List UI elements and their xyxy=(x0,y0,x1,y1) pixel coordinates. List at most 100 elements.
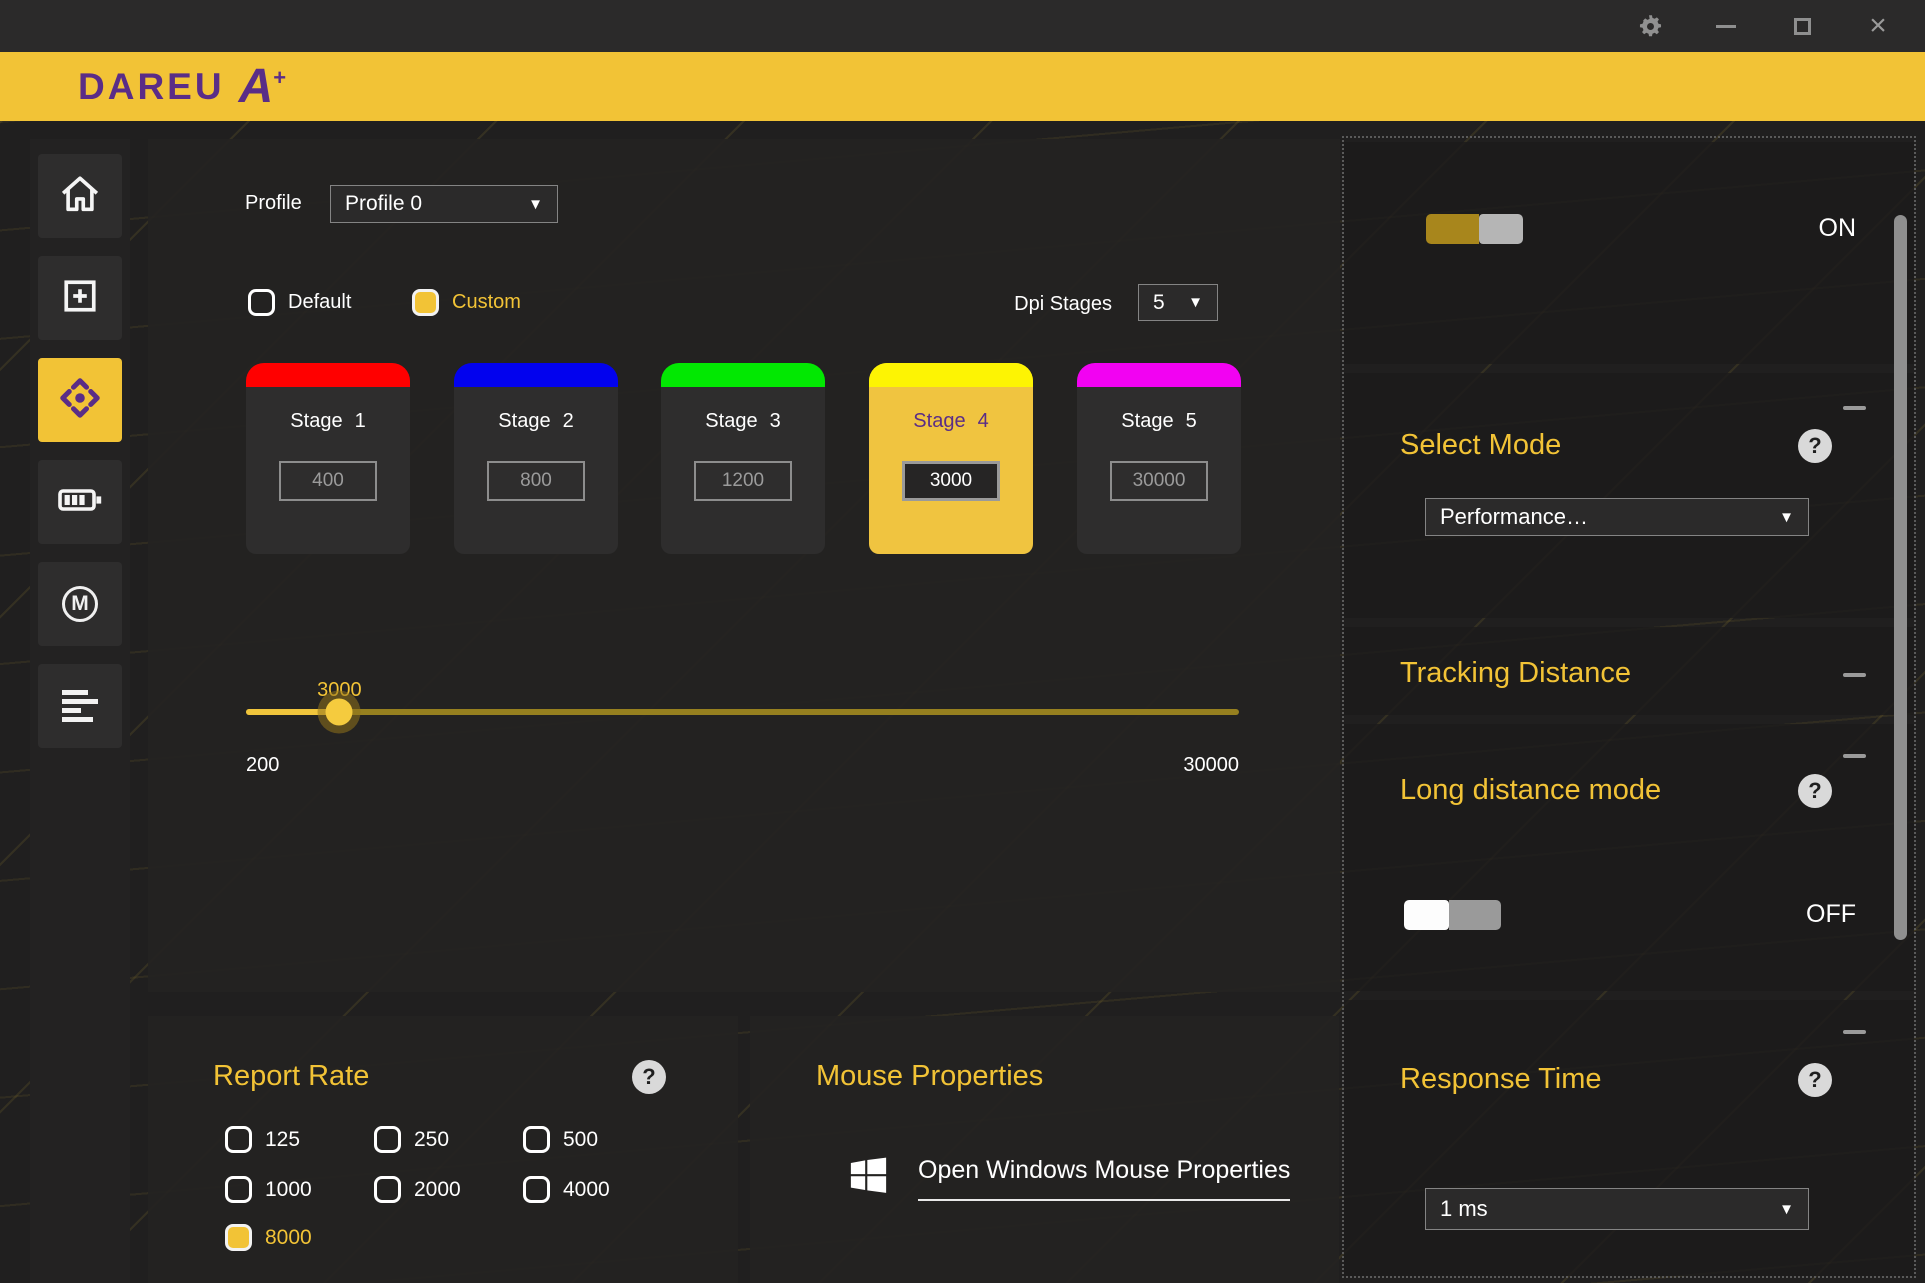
power-section: ON xyxy=(1344,142,1914,364)
sidebar: M xyxy=(30,139,130,1283)
long-distance-mode-title: Long distance mode xyxy=(1400,774,1661,807)
radio-icon xyxy=(225,1126,252,1153)
collapse-dash-icon[interactable] xyxy=(1843,1030,1866,1034)
toggle-track xyxy=(1449,900,1501,930)
stage-dpi-input[interactable] xyxy=(694,461,792,501)
radio-icon xyxy=(523,1176,550,1203)
sidebar-item-log[interactable] xyxy=(38,664,122,748)
report-rate-title: Report Rate xyxy=(213,1060,369,1093)
report-rate-help-button[interactable]: ? xyxy=(632,1060,666,1094)
sidebar-item-key-assignment[interactable] xyxy=(38,256,122,340)
sensor-settings-panel: ON Select Mode ? Performance… ▼ Tracking… xyxy=(1342,136,1916,1278)
sidebar-item-home[interactable] xyxy=(38,154,122,238)
dpi-slider-max: 30000 xyxy=(1168,754,1239,777)
select-mode-title: Select Mode xyxy=(1400,429,1561,462)
brand-header: DAREU A+ xyxy=(0,52,1925,121)
minimize-button[interactable] xyxy=(1711,11,1741,41)
default-label: Default xyxy=(288,291,351,314)
add-square-icon xyxy=(58,274,102,323)
mouse-properties-link-label: Open Windows Mouse Properties xyxy=(918,1156,1290,1201)
stage-dpi-input[interactable] xyxy=(902,461,1000,501)
long-distance-state-label: OFF xyxy=(1806,900,1856,929)
long-distance-help-button[interactable]: ? xyxy=(1798,774,1832,808)
response-time-dropdown[interactable]: 1 ms ▼ xyxy=(1425,1188,1809,1230)
stage-card-3[interactable]: Stage3 xyxy=(661,363,825,554)
titlebar: × xyxy=(0,0,1925,52)
dpi-stages-label: Dpi Stages xyxy=(1014,293,1112,316)
profile-label: Profile xyxy=(245,192,302,215)
report-rate-option-4000[interactable]: 4000 xyxy=(523,1176,610,1203)
report-rate-option-125[interactable]: 125 xyxy=(225,1126,300,1153)
response-time-help-button[interactable]: ? xyxy=(1798,1063,1832,1097)
mouse-properties-panel: Mouse Properties Open Windows Mouse Prop… xyxy=(750,1016,1339,1283)
collapse-dash-icon[interactable] xyxy=(1843,754,1866,758)
long-distance-toggle[interactable] xyxy=(1404,900,1501,930)
stage-card-1[interactable]: Stage1 xyxy=(246,363,410,554)
dpi-slider-handle[interactable] xyxy=(326,699,353,726)
radio-icon xyxy=(523,1126,550,1153)
custom-radio[interactable]: Custom xyxy=(412,289,521,316)
custom-checkbox-icon xyxy=(412,289,439,316)
chevron-down-icon: ▼ xyxy=(528,196,543,213)
stage-card-5[interactable]: Stage5 xyxy=(1077,363,1241,554)
dpi-slider: 3000 xyxy=(246,679,1239,749)
stage-color-bar xyxy=(661,363,825,387)
response-time-title: Response Time xyxy=(1400,1063,1602,1096)
home-icon xyxy=(57,171,103,222)
dpi-arrows-icon xyxy=(57,375,103,426)
mouse-properties-title: Mouse Properties xyxy=(816,1060,1043,1093)
question-icon: ? xyxy=(1808,1067,1821,1093)
stage-card-4-selected[interactable]: Stage4 xyxy=(869,363,1033,554)
settings-button[interactable] xyxy=(1635,11,1665,41)
close-button[interactable]: × xyxy=(1863,11,1893,41)
stage-title: Stage1 xyxy=(246,410,410,433)
tracking-distance-title: Tracking Distance xyxy=(1400,657,1631,690)
select-mode-dropdown[interactable]: Performance… ▼ xyxy=(1425,498,1809,536)
question-icon: ? xyxy=(1808,433,1821,459)
brand-logo-text: DAREU xyxy=(78,66,225,108)
sidebar-item-battery[interactable] xyxy=(38,460,122,544)
report-rate-option-500[interactable]: 500 xyxy=(523,1126,598,1153)
custom-label: Custom xyxy=(452,291,521,314)
collapse-dash-icon[interactable] xyxy=(1843,673,1866,677)
toggle-track xyxy=(1426,214,1479,244)
maximize-icon xyxy=(1794,18,1811,35)
gear-icon xyxy=(1637,13,1664,40)
report-rate-option-1000[interactable]: 1000 xyxy=(225,1176,312,1203)
dpi-slider-track[interactable]: 3000 xyxy=(246,709,1239,715)
report-rate-option-2000[interactable]: 2000 xyxy=(374,1176,461,1203)
maximize-button[interactable] xyxy=(1787,11,1817,41)
profile-dropdown-value: Profile 0 xyxy=(345,192,422,216)
toggle-knob xyxy=(1404,900,1449,930)
response-time-section: Response Time ? 1 ms ▼ xyxy=(1344,1000,1914,1276)
stage-color-bar xyxy=(1077,363,1241,387)
report-rate-option-250[interactable]: 250 xyxy=(374,1126,449,1153)
select-mode-section: Select Mode ? Performance… ▼ xyxy=(1344,373,1914,618)
chevron-down-icon: ▼ xyxy=(1779,1201,1794,1218)
report-rate-option-8000-selected[interactable]: 8000 xyxy=(225,1224,312,1251)
long-distance-mode-section: Long distance mode ? OFF xyxy=(1344,724,1914,991)
radio-icon xyxy=(225,1176,252,1203)
stage-dpi-input[interactable] xyxy=(487,461,585,501)
sidebar-item-macro[interactable]: M xyxy=(38,562,122,646)
open-windows-mouse-properties-link[interactable]: Open Windows Mouse Properties xyxy=(845,1152,1290,1204)
radio-icon xyxy=(374,1176,401,1203)
sidebar-item-dpi[interactable] xyxy=(38,358,122,442)
toggle-knob xyxy=(1479,214,1523,244)
stage-dpi-input[interactable] xyxy=(1110,461,1208,501)
stage-title: Stage3 xyxy=(661,410,825,433)
collapse-dash-icon[interactable] xyxy=(1843,406,1866,410)
tracking-distance-section: Tracking Distance xyxy=(1344,627,1914,715)
stage-card-2[interactable]: Stage2 xyxy=(454,363,618,554)
default-checkbox-icon xyxy=(248,289,275,316)
power-toggle[interactable] xyxy=(1426,214,1523,244)
stage-dpi-input[interactable] xyxy=(279,461,377,501)
dpi-settings-panel: Profile Profile 0 ▼ Default Custom Dpi S… xyxy=(148,139,1340,992)
response-time-value: 1 ms xyxy=(1440,1196,1488,1222)
profile-dropdown[interactable]: Profile 0 ▼ xyxy=(330,185,558,223)
scrollbar-thumb[interactable] xyxy=(1894,215,1907,940)
stage-title: Stage2 xyxy=(454,410,618,433)
dpi-stages-dropdown[interactable]: 5 ▼ xyxy=(1138,284,1218,321)
default-radio[interactable]: Default xyxy=(248,289,351,316)
select-mode-help-button[interactable]: ? xyxy=(1798,429,1832,463)
